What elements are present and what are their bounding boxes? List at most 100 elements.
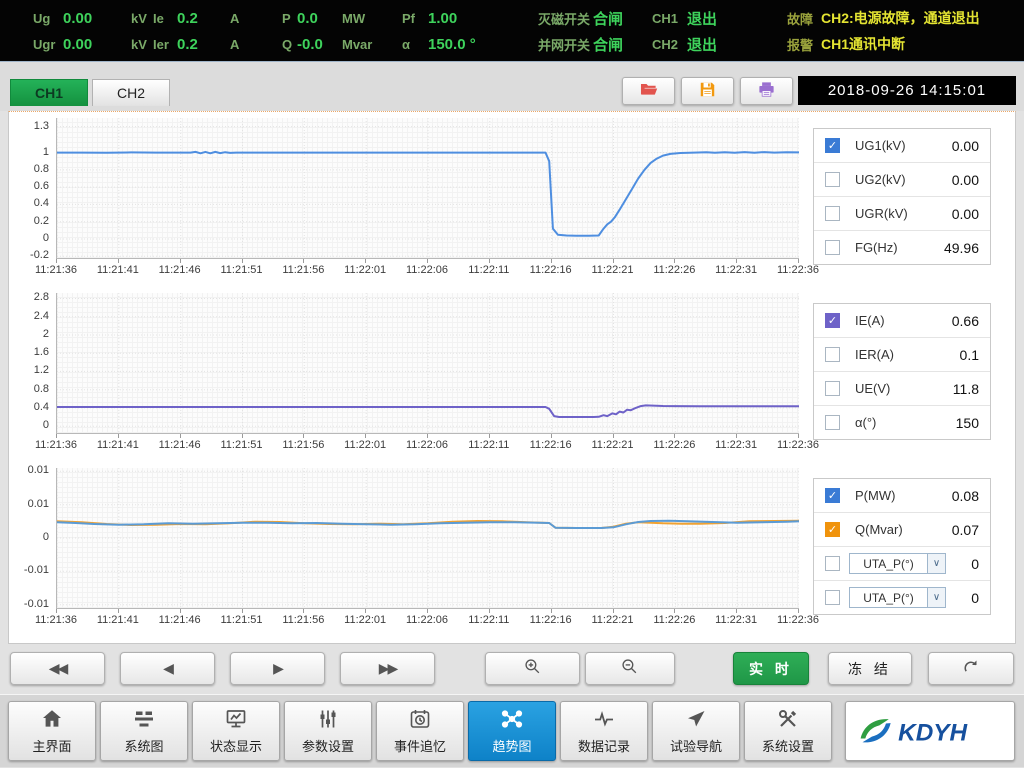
y-axis-tick: 2.4	[34, 310, 49, 322]
y-axis-tick: 0.4	[34, 197, 49, 209]
nav-home-button[interactable]: 主界面	[8, 701, 96, 761]
nav-data-record-button[interactable]: 数据记录	[560, 701, 648, 761]
legend-checkbox[interactable]	[825, 556, 840, 571]
print-button[interactable]	[740, 77, 793, 105]
signal-select-dropdown[interactable]: UTA_P(°)∨	[849, 553, 946, 574]
legend-signal-label: UG1(kV)	[855, 138, 906, 153]
legend-row: ✓ P(MW) 0.08	[814, 479, 990, 513]
x-axis-tickmark	[736, 609, 737, 613]
x-axis-tickmark	[674, 609, 675, 613]
x-axis-tickmark	[489, 609, 490, 613]
tab-ch1[interactable]: CH1	[10, 79, 88, 106]
event-recall-icon	[408, 707, 432, 734]
y-axis-tick: 0.4	[34, 401, 49, 413]
x-axis-tickmark	[303, 609, 304, 613]
x-axis-tickmark	[242, 609, 243, 613]
zoom-in-icon	[523, 657, 543, 680]
topbar-label: 并网开关	[538, 35, 593, 54]
nav-event-recall-button[interactable]: 事件追忆	[376, 701, 464, 761]
realtime-button[interactable]: 实 时	[733, 652, 809, 685]
x-axis-tick: 11:22:36	[777, 439, 819, 451]
refresh-button[interactable]	[928, 652, 1014, 685]
tab-ch2[interactable]: CH2	[92, 79, 170, 106]
legend-checkbox[interactable]	[825, 381, 840, 396]
channel-tabs: CH1CH2	[10, 79, 170, 106]
y-axis-tick: 1.3	[34, 120, 49, 132]
zoom-out-icon	[620, 657, 640, 680]
x-axis-tickmark	[427, 259, 428, 263]
topbar-label: 灭磁开关	[538, 9, 593, 28]
topbar-label: Ie	[153, 11, 177, 26]
x-axis-tickmark	[551, 259, 552, 263]
logo-text: KDYH	[898, 719, 968, 746]
nav-label: 趋势图	[492, 736, 531, 755]
nav-test-navigation-button[interactable]: 试验导航	[652, 701, 740, 761]
x-axis-tick: 11:21:51	[220, 614, 262, 626]
legend-row: UTA_P(°)∨ 0	[814, 547, 990, 581]
legend-signal-value: 150	[956, 415, 979, 431]
x-axis-tickmark	[180, 609, 181, 613]
zoom-in-button[interactable]	[485, 652, 580, 685]
topbar-label: 故障	[787, 9, 821, 28]
legend-checkbox[interactable]	[825, 415, 840, 430]
zoom-out-button[interactable]	[585, 652, 675, 685]
x-axis-tick: 11:22:16	[530, 264, 572, 276]
x-axis-tick: 11:22:21	[591, 264, 633, 276]
refresh-icon	[961, 657, 981, 680]
topbar-label: A	[230, 37, 282, 52]
x-axis-labels: 11:21:3611:21:4111:21:4611:21:5111:21:56…	[9, 609, 825, 631]
step-forward-button[interactable]: ▶	[230, 652, 325, 685]
x-axis-tick: 11:22:21	[591, 439, 633, 451]
step-back-button[interactable]: ◀	[120, 652, 215, 685]
x-axis-tickmark	[613, 259, 614, 263]
legend-signal-label: FG(Hz)	[855, 240, 898, 255]
y-axis-tick: 1.6	[34, 346, 49, 358]
power-chart-plot[interactable]	[56, 468, 799, 609]
nav-parameter-settings-button[interactable]: 参数设置	[284, 701, 372, 761]
legend-checkbox[interactable]	[825, 206, 840, 221]
current-chart-plot[interactable]	[56, 293, 799, 434]
legend-signal-value: 0.08	[952, 488, 979, 504]
legend-checkbox[interactable]	[825, 240, 840, 255]
x-axis-tick: 11:21:56	[282, 439, 324, 451]
save-icon	[698, 80, 717, 102]
fast-forward-button[interactable]: ▶▶	[340, 652, 435, 685]
x-axis-tick: 11:21:41	[97, 439, 139, 451]
nav-system-diagram-button[interactable]: 系统图	[100, 701, 188, 761]
x-axis-tickmark	[736, 434, 737, 438]
voltage-chart-plot[interactable]	[56, 118, 799, 259]
topbar-label: Mvar	[342, 37, 402, 52]
x-axis-tick: 11:21:41	[97, 614, 139, 626]
topbar-value: 退出	[687, 8, 787, 29]
topbar-value: 150.0 °	[428, 36, 538, 53]
legend-checkbox[interactable]: ✓	[825, 522, 840, 537]
trend-charts-panel: 1.310.80.60.40.20-0.2 11:21:3611:21:4111…	[8, 111, 1016, 644]
legend-checkbox[interactable]	[825, 347, 840, 362]
topbar-value: -0.0	[297, 36, 342, 53]
legend-signal-value: 0	[971, 556, 979, 572]
save-button[interactable]	[681, 77, 734, 105]
x-axis-tickmark	[427, 609, 428, 613]
rewind-button[interactable]: ◀◀	[10, 652, 105, 685]
freeze-button[interactable]: 冻 结	[828, 652, 912, 685]
y-axis-tick: 1.2	[34, 364, 49, 376]
nav-trend-chart-button[interactable]: 趋势图	[468, 701, 556, 761]
x-axis-tickmark	[242, 259, 243, 263]
nav-system-settings-button[interactable]: 系统设置	[744, 701, 832, 761]
signal-select-dropdown[interactable]: UTA_P(°)∨	[849, 587, 946, 608]
legend-signal-label: IE(A)	[855, 313, 885, 328]
open-file-button[interactable]	[622, 77, 675, 105]
topbar-label: CH1	[652, 11, 687, 26]
legend-checkbox[interactable]: ✓	[825, 488, 840, 503]
legend-checkbox[interactable]: ✓	[825, 313, 840, 328]
legend-signal-label: P(MW)	[855, 488, 895, 503]
x-axis-tickmark	[551, 609, 552, 613]
rewind-icon: ◀◀	[49, 660, 67, 677]
legend-checkbox[interactable]	[825, 172, 840, 187]
topbar-label: 报警	[787, 35, 821, 54]
legend-checkbox[interactable]	[825, 590, 840, 605]
y-axis-tick: 0.01	[28, 498, 49, 510]
nav-status-display-button[interactable]: 状态显示	[192, 701, 280, 761]
legend-checkbox[interactable]: ✓	[825, 138, 840, 153]
topbar-row-1: Ug0.00kVIe0.2AP0.0MWPf1.00灭磁开关合闸CH1退出故障C…	[0, 5, 1024, 31]
